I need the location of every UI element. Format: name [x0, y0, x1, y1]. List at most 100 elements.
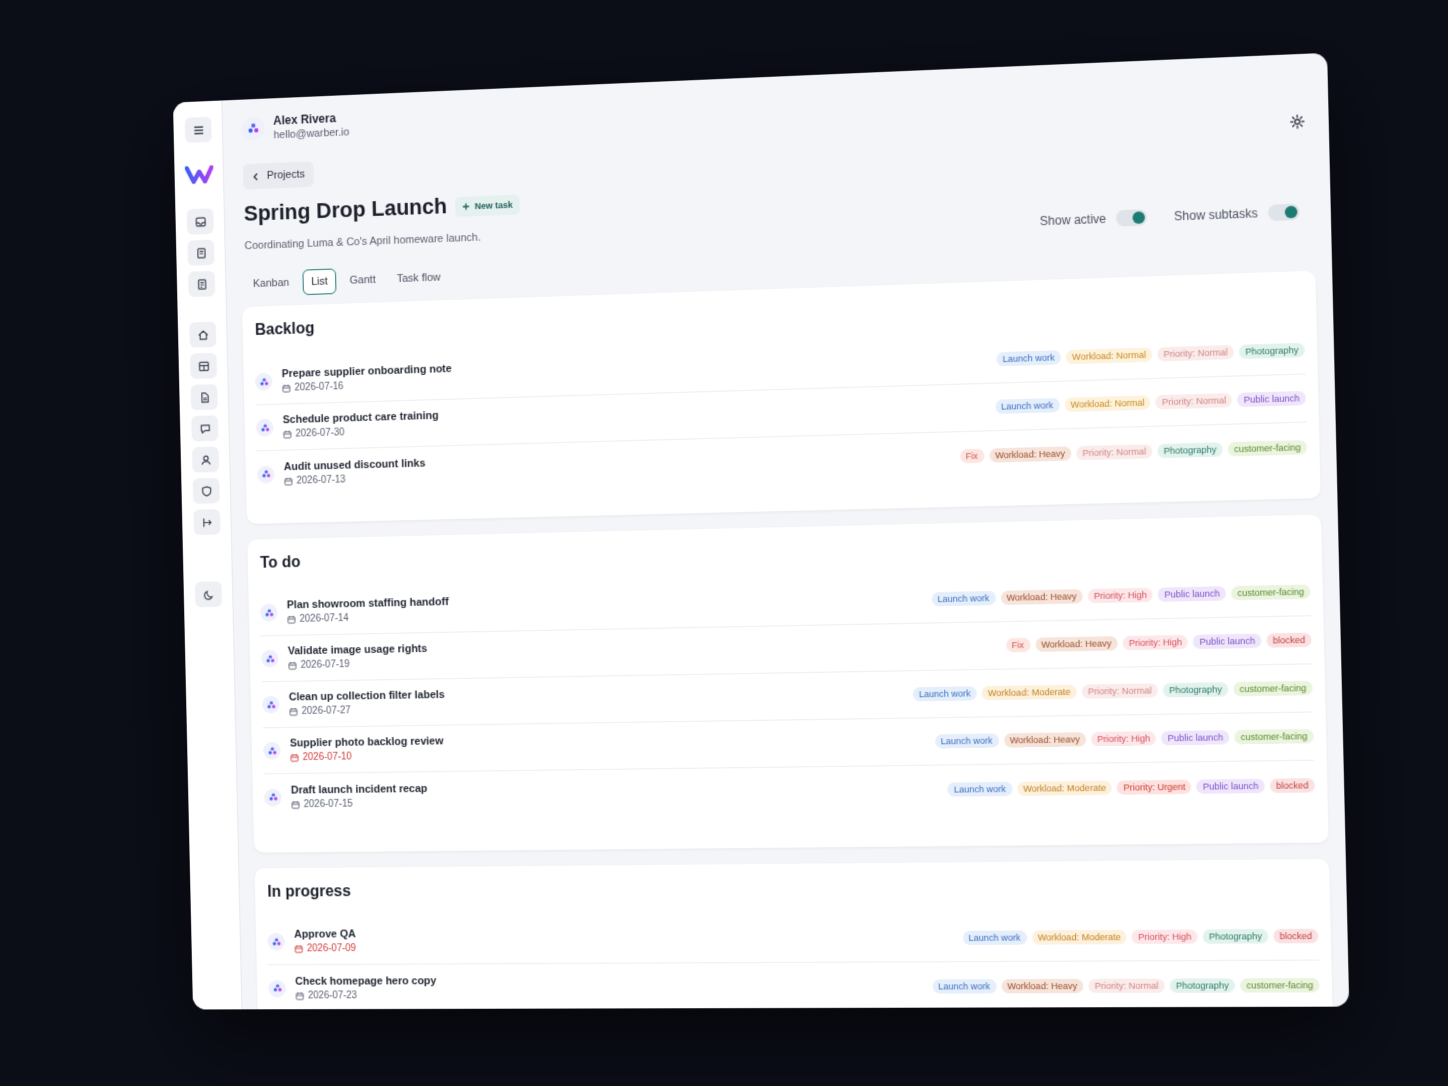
moon-icon[interactable] — [194, 581, 223, 608]
tag-priority-normal[interactable]: Priority: Normal — [1155, 392, 1233, 410]
layout-icon[interactable] — [189, 352, 218, 380]
tag-customer-facing[interactable]: customer-facing — [1227, 439, 1308, 456]
tab-task-flow[interactable]: Task flow — [389, 265, 449, 291]
calendar-icon — [291, 800, 300, 809]
tag-launch-work[interactable]: Launch work — [947, 781, 1013, 797]
tag-priority-urgent[interactable]: Priority: Urgent — [1117, 779, 1192, 795]
tag-customer-facing[interactable]: customer-facing — [1230, 584, 1311, 601]
task-name[interactable]: Schedule product care training — [283, 410, 439, 426]
new-task-button[interactable]: New task — [455, 194, 520, 217]
task-name[interactable]: Approve QA — [294, 928, 356, 940]
tag-blocked[interactable]: blocked — [1266, 632, 1312, 648]
menu-icon[interactable] — [184, 116, 212, 144]
show-subtasks-switch[interactable] — [1267, 203, 1300, 222]
tag-workload-heavy[interactable]: Workload: Heavy — [1035, 636, 1118, 652]
due-date-text: 2026-07-16 — [294, 381, 344, 394]
tag-public-launch[interactable]: Public launch — [1196, 778, 1265, 794]
app-window: Alex Rivera hello@warber.io Projects Spr… — [173, 52, 1350, 1010]
tag-launch-work[interactable]: Launch work — [912, 686, 977, 702]
tab-gantt[interactable]: Gantt — [342, 268, 384, 293]
tag-priority-normal[interactable]: Priority: Normal — [1088, 978, 1165, 993]
tag-priority-high[interactable]: Priority: High — [1122, 634, 1189, 651]
tag-public-launch[interactable]: Public launch — [1237, 390, 1307, 408]
tag-priority-high[interactable]: Priority: High — [1087, 587, 1154, 604]
tag-workload-moderate[interactable]: Workload: Moderate — [1016, 780, 1113, 796]
tag-launch-work[interactable]: Launch work — [994, 397, 1060, 414]
tag-launch-work[interactable]: Launch work — [931, 590, 996, 607]
assignee-avatar — [263, 741, 281, 760]
gear-icon[interactable] — [1289, 113, 1306, 130]
logout-icon[interactable] — [193, 509, 221, 536]
tag-public-launch[interactable]: Public launch — [1157, 586, 1227, 602]
tag-workload-normal[interactable]: Workload: Normal — [1065, 347, 1153, 365]
tag-public-launch[interactable]: Public launch — [1161, 730, 1230, 746]
tag-launch-work[interactable]: Launch work — [962, 930, 1027, 945]
task-tags: Launch work Workload: Heavy Priority: High… — [934, 728, 1314, 749]
file-icon[interactable] — [190, 384, 218, 411]
shield-icon[interactable] — [192, 477, 220, 504]
tag-workload-moderate[interactable]: Workload: Moderate — [981, 684, 1077, 701]
section-title: In progress — [267, 883, 352, 901]
assignee-avatar — [268, 979, 286, 998]
assignee-avatar — [262, 695, 280, 714]
calendar-icon — [283, 430, 292, 439]
back-to-projects-button[interactable]: Projects — [242, 161, 314, 190]
tag-blocked[interactable]: blocked — [1273, 928, 1319, 944]
task-row[interactable]: Approve QA 2026-07-09 Launch work Workload:… — [267, 912, 1319, 966]
tag-public-launch[interactable]: Public launch — [1193, 633, 1262, 650]
tag-priority-normal[interactable]: Priority: Normal — [1081, 683, 1158, 699]
chat-icon[interactable] — [191, 415, 219, 442]
tag-blocked[interactable]: blocked — [1269, 777, 1315, 793]
user-icon[interactable] — [191, 446, 220, 473]
task-name[interactable]: Prepare supplier onboarding note — [282, 363, 452, 380]
due-date-text: 2026-07-13 — [296, 474, 346, 487]
task-name[interactable]: Supplier photo backlog review — [290, 735, 444, 749]
document-icon[interactable] — [188, 270, 216, 298]
task-name[interactable]: Clean up collection filter labels — [289, 689, 445, 703]
tab-kanban[interactable]: Kanban — [245, 271, 297, 296]
tag-workload-moderate[interactable]: Workload: Moderate — [1031, 929, 1127, 945]
show-active-toggle[interactable]: Show active — [1040, 209, 1148, 229]
tab-list[interactable]: List — [302, 268, 337, 296]
task-list: Plan showroom staffing handoff 2026-07-14… — [259, 568, 1316, 820]
inbox-icon[interactable] — [186, 208, 214, 235]
tag-priority-normal[interactable]: Priority: Normal — [1157, 344, 1235, 362]
tag-launch-work[interactable]: Launch work — [934, 733, 999, 749]
tag-fix[interactable]: Fix — [959, 448, 985, 463]
tag-customer-facing[interactable]: customer-facing — [1234, 728, 1314, 745]
tag-photography[interactable]: Photography — [1157, 441, 1223, 458]
home-icon[interactable] — [189, 321, 217, 348]
tag-photography[interactable]: Photography — [1238, 342, 1305, 360]
notes-icon[interactable] — [187, 239, 215, 266]
tag-customer-facing[interactable]: customer-facing — [1233, 680, 1313, 697]
tag-photography[interactable]: Photography — [1169, 977, 1236, 993]
tag-priority-high[interactable]: Priority: High — [1131, 929, 1198, 945]
tag-workload-heavy[interactable]: Workload: Heavy — [1001, 978, 1084, 993]
user-profile[interactable]: Alex Rivera hello@warber.io — [241, 111, 349, 143]
task-name[interactable]: Draft launch incident recap — [291, 783, 428, 796]
tag-workload-heavy[interactable]: Workload: Heavy — [1003, 732, 1087, 748]
tag-priority-normal[interactable]: Priority: Normal — [1076, 443, 1153, 460]
tag-customer-facing[interactable]: customer-facing — [1240, 977, 1320, 993]
tag-priority-high[interactable]: Priority: High — [1090, 731, 1157, 747]
task-tags: Launch work Workload: Moderate Priority: N… — [912, 680, 1313, 702]
tag-photography[interactable]: Photography — [1202, 929, 1269, 944]
tag-photography[interactable]: Photography — [1162, 682, 1229, 698]
task-due-date: 2026-07-16 — [282, 378, 452, 394]
tag-workload-heavy[interactable]: Workload: Heavy — [988, 445, 1072, 463]
warber-logo[interactable] — [185, 163, 214, 186]
task-row[interactable]: Check homepage hero copy 2026-07-23 Launch… — [268, 961, 1320, 1010]
tag-fix[interactable]: Fix — [1005, 637, 1031, 653]
tag-launch-work[interactable]: Launch work — [932, 978, 997, 994]
task-name[interactable]: Validate image usage rights — [288, 643, 428, 657]
task-name[interactable]: Check homepage hero copy — [295, 975, 436, 987]
tag-workload-heavy[interactable]: Workload: Heavy — [1000, 589, 1083, 605]
tag-workload-normal[interactable]: Workload: Normal — [1064, 395, 1151, 413]
task-name[interactable]: Plan showroom staffing handoff — [287, 596, 449, 611]
tag-launch-work[interactable]: Launch work — [996, 350, 1062, 367]
task-name[interactable]: Audit unused discount links — [284, 457, 426, 473]
show-subtasks-toggle[interactable]: Show subtasks — [1174, 203, 1300, 225]
due-date-text: 2026-07-14 — [299, 612, 349, 625]
section-backlog: Backlog Prepare supplier onboarding note… — [242, 270, 1321, 525]
show-active-switch[interactable] — [1116, 209, 1148, 227]
